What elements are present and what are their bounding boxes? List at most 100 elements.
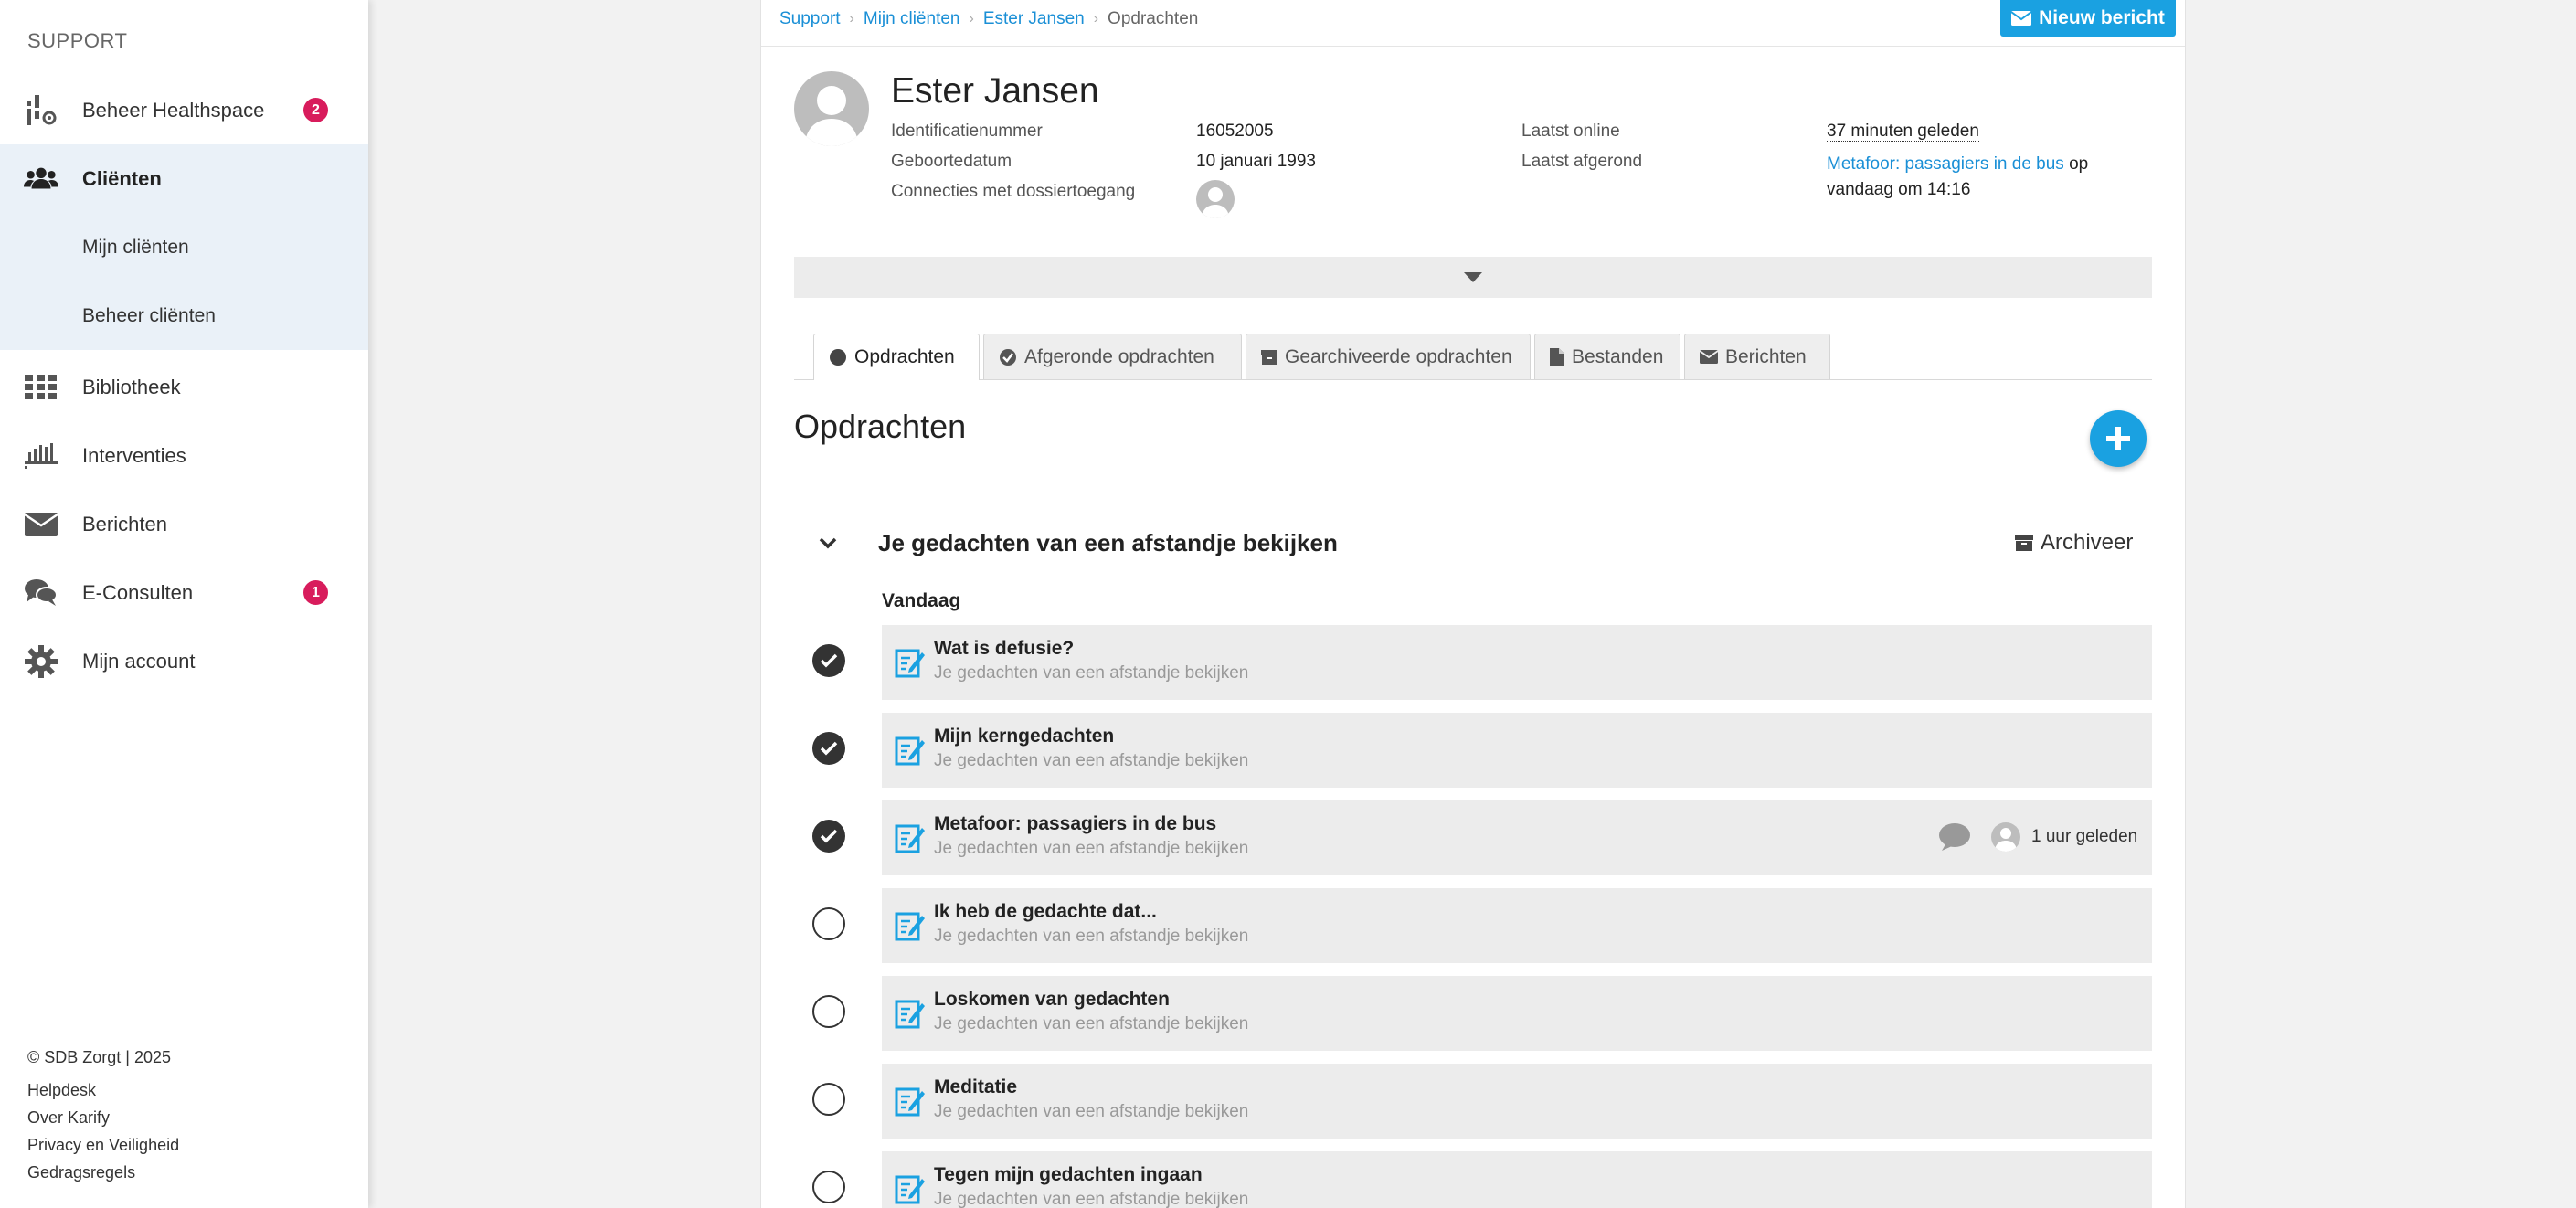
footer-link-gedragsregels[interactable]: Gedragsregels [27,1163,135,1182]
gear-icon [24,644,58,679]
check-icon [820,653,838,668]
chevron-down-icon [819,537,837,549]
breadcrumb-client[interactable]: Ester Jansen [983,9,1085,29]
assignment-edit-icon [895,912,925,941]
client-name: Ester Jansen [891,71,1099,111]
tab-label: Afgeronde opdrachten [1024,345,1214,367]
footer-link-privacy[interactable]: Privacy en Veiligheid [27,1136,179,1155]
add-assignment-button[interactable] [2090,410,2147,467]
task-checkbox[interactable] [812,907,845,940]
tab-afgeronde-opdrachten[interactable]: Afgeronde opdrachten [983,334,1242,379]
task-checkbox[interactable] [812,820,845,853]
task-subtitle: Je gedachten van een afstandje bekijken [934,1190,1249,1208]
main-panel: Support › Mijn cliënten › Ester Jansen ›… [760,0,2186,1208]
plus-icon [2106,427,2130,450]
archive-button[interactable]: Archiveer [2015,530,2133,556]
task-title: Mijn kerngedachten [934,726,1115,747]
sidebar-subitem-label: Mijn cliënten [82,236,189,258]
last-done-time: vandaag om 14:16 [1827,180,1971,199]
sidebar-heading: SUPPORT [27,29,128,52]
tab-bar: Opdrachten Afgeronde opdrachten Gearchiv… [794,334,2152,380]
task-title: Ik heb de gedachte dat... [934,901,1157,922]
check-icon [820,741,838,756]
healthspace-icon [24,93,58,128]
assignment-edit-icon [895,649,925,678]
last-done-label: Laatst afgerond [1521,152,1643,171]
sidebar-item-label: Beheer Healthspace [82,98,265,122]
sidebar-subitem-label: Beheer cliënten [82,304,216,326]
tab-opdrachten[interactable]: Opdrachten [813,334,980,380]
sidebar-item-mijn-account[interactable]: Mijn account [0,627,368,695]
sidebar-item-berichten[interactable]: Berichten [0,490,368,558]
avatar [1991,822,2020,852]
task-title: Loskomen van gedachten [934,989,1170,1010]
task-checkbox[interactable] [812,732,845,765]
task-checkbox[interactable] [812,644,845,677]
assignment-edit-icon [895,824,925,853]
sidebar-item-bibliotheek[interactable]: Bibliotheek [0,353,368,421]
sidebar-item-beheer-healthspace[interactable]: Beheer Healthspace 2 [0,76,368,144]
task-row[interactable]: Tegen mijn gedachten ingaan Je gedachten… [882,1151,2152,1208]
task-time: 1 uur geleden [2031,827,2138,846]
task-subtitle: Je gedachten van een afstandje bekijken [934,927,1249,946]
check-circle-icon [1000,348,1016,366]
task-checkbox[interactable] [812,995,845,1028]
day-label: Vandaag [882,590,961,611]
last-online-value: 37 minuten geleden [1827,122,1979,142]
sidebar: SUPPORT Beheer Healthspace 2 Cliënten Mi… [0,0,368,1208]
connections-label: Connecties met dossiertoegang [891,182,1136,201]
tab-berichten[interactable]: Berichten [1684,334,1830,379]
sidebar-item-interventies[interactable]: Interventies [0,421,368,490]
task-title: Metafoor: passagiers in de bus [934,813,1217,834]
last-done-link[interactable]: Metafoor: passagiers in de bus [1827,154,2064,174]
connection-avatar[interactable] [1196,180,1235,218]
sidebar-item-label: Mijn account [82,649,196,673]
task-row[interactable]: Loskomen van gedachten Je gedachten van … [882,976,2152,1051]
sidebar-item-label: Bibliotheek [82,375,181,398]
chevron-right-icon: › [1093,11,1099,26]
collapse-group-button[interactable] [814,530,842,557]
comment-icon[interactable] [1938,822,1971,852]
expand-details-bar[interactable] [794,257,2152,298]
tab-bestanden[interactable]: Bestanden [1534,334,1680,379]
breadcrumb-support[interactable]: Support [779,9,841,29]
check-icon [820,829,838,843]
notification-badge: 2 [303,98,328,122]
birthdate-value: 10 januari 1993 [1196,152,1316,171]
sidebar-subitem-mijn-clienten[interactable]: Mijn cliënten [0,213,368,281]
sidebar-item-label: Interventies [82,443,186,467]
chevron-right-icon: › [849,11,854,26]
sidebar-item-e-consulten[interactable]: E-Consulten 1 [0,558,368,627]
sidebar-item-label: Berichten [82,512,167,535]
footer-link-over-karify[interactable]: Over Karify [27,1108,110,1128]
last-done-suffix: op [2069,154,2089,174]
task-row[interactable]: Meditatie Je gedachten van een afstandje… [882,1064,2152,1139]
archive-icon [1261,349,1277,365]
task-title: Tegen mijn gedachten ingaan [934,1164,1203,1185]
tab-gearchiveerde-opdrachten[interactable]: Gearchiveerde opdrachten [1246,334,1531,379]
section-title: Opdrachten [794,408,967,445]
new-message-button[interactable]: Nieuw bericht [2000,0,2176,37]
footer-link-helpdesk[interactable]: Helpdesk [27,1081,96,1100]
task-row[interactable]: Wat is defusie? Je gedachten van een afs… [882,625,2152,700]
notification-badge: 1 [303,580,328,605]
tab-label: Berichten [1725,345,1807,367]
breadcrumb-mijn-clienten[interactable]: Mijn cliënten [864,9,960,29]
interventions-icon [24,439,58,473]
breadcrumb-current: Opdrachten [1108,9,1199,28]
last-online-label: Laatst online [1521,122,1620,141]
task-row[interactable]: Ik heb de gedachte dat... Je gedachten v… [882,888,2152,963]
task-row[interactable]: Metafoor: passagiers in de bus Je gedach… [882,800,2152,875]
task-subtitle: Je gedachten van een afstandje bekijken [934,751,1249,770]
task-row[interactable]: Mijn kerngedachten Je gedachten van een … [882,713,2152,788]
tab-label: Opdrachten [854,346,955,367]
chevron-right-icon: › [969,11,974,26]
sidebar-item-clienten[interactable]: Cliënten [0,144,368,213]
id-label: Identificatienummer [891,122,1043,141]
sidebar-subitem-beheer-clienten[interactable]: Beheer cliënten [0,281,368,350]
task-subtitle: Je gedachten van een afstandje bekijken [934,1102,1249,1121]
task-checkbox[interactable] [812,1171,845,1203]
envelope-icon [1700,350,1718,364]
task-title: Meditatie [934,1076,1018,1097]
task-checkbox[interactable] [812,1083,845,1116]
